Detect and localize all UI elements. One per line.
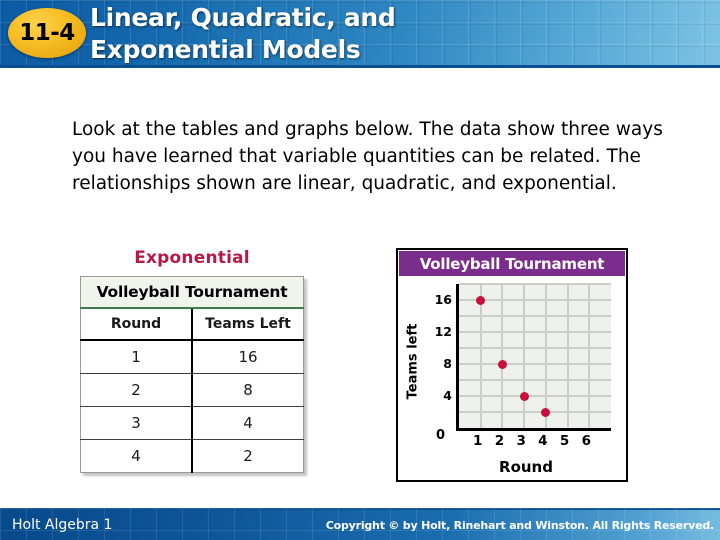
chart-gridline-horizontal	[459, 379, 611, 381]
chart-gridline-horizontal	[459, 395, 611, 397]
cell-round: 4	[80, 439, 193, 473]
chart-x-tick-label: 5	[559, 433, 570, 449]
chart-gridline-horizontal	[459, 347, 611, 349]
cell-round: 1	[80, 340, 193, 374]
cell-round: 3	[80, 406, 193, 440]
chart-y-ticks: 4 8 12 16	[414, 276, 452, 428]
chart-gridline-vertical	[566, 284, 569, 428]
cell-teams-left: 8	[192, 373, 304, 407]
chart-gridline-vertical	[501, 284, 504, 428]
slide: 11-4 Linear, Quadratic, and Exponential …	[0, 0, 720, 540]
footer-book-title: Holt Algebra 1	[12, 517, 113, 533]
chart-y-tick-label: 4	[443, 388, 452, 403]
chart-data-point	[541, 407, 551, 417]
chart-x-tick-label: 2	[494, 433, 505, 449]
chart-body: Teams left 4 8 12 16 0 Round 123456	[398, 276, 626, 481]
slide-footer: Holt Algebra 1 Copyright © by Holt, Rine…	[0, 508, 720, 540]
lesson-number-label: 11-4	[19, 19, 75, 46]
page-title: Linear, Quadratic, and Exponential Model…	[90, 2, 710, 66]
chart-origin-label: 0	[436, 428, 446, 443]
page-title-line-2: Exponential Models	[90, 34, 361, 64]
chart-gridline-horizontal	[459, 315, 611, 317]
table-title: Volleyball Tournament	[80, 276, 304, 309]
table-title-row: Volleyball Tournament	[80, 276, 304, 309]
cell-teams-left: 16	[192, 340, 304, 374]
chart-x-tick-label: 4	[538, 433, 548, 449]
chart-gridline-horizontal	[459, 363, 611, 365]
page-title-line-1: Linear, Quadratic, and	[90, 3, 396, 32]
chart-title: Volleyball Tournament	[399, 251, 625, 276]
slide-header: 11-4 Linear, Quadratic, and Exponential …	[0, 0, 720, 68]
table-row: 4 2	[80, 439, 304, 473]
chart-x-axis-label: Round	[499, 458, 553, 476]
footer-top-edge	[0, 508, 720, 510]
chart-x-tick-label: 3	[516, 433, 526, 449]
table-row: 3 4	[80, 406, 304, 440]
chart-gridline-horizontal	[459, 331, 611, 333]
chart-x-tick-label: 6	[581, 433, 591, 449]
table-caption: Exponential	[134, 248, 250, 268]
chart-y-tick-label: 12	[434, 324, 452, 339]
chart-x-tick-label: 1	[473, 433, 483, 449]
chart-y-tick-label: 16	[434, 292, 452, 307]
chart-gridline-vertical	[479, 284, 482, 428]
chart-y-tick-label: 8	[443, 356, 452, 371]
table-row: 2 8	[80, 373, 304, 407]
lesson-number-badge: 11-4	[8, 8, 86, 58]
cell-round: 2	[80, 373, 193, 407]
footer-copyright: Copyright © by Holt, Rinehart and Winsto…	[325, 519, 714, 532]
exponential-table-block: Exponential Volleyball Tournament Round …	[80, 248, 304, 473]
chart-data-point	[476, 295, 486, 305]
body-paragraph: Look at the tables and graphs below. The…	[72, 119, 663, 195]
chart-gridline-horizontal	[459, 283, 611, 285]
chart-gridline-horizontal	[459, 411, 611, 413]
table-header-row: Round Teams Left	[80, 308, 304, 341]
column-header-round: Round	[80, 308, 193, 341]
chart-gridline-vertical	[523, 284, 526, 428]
chart-gridline-vertical	[588, 284, 591, 428]
chart-data-point	[497, 359, 507, 369]
cell-teams-left: 2	[243, 447, 253, 465]
volleyball-tournament-table: Volleyball Tournament Round Teams Left 1…	[80, 276, 304, 473]
chart-gridline-vertical	[544, 284, 547, 428]
cell-teams-left: 4	[192, 406, 304, 440]
column-header-teams-left: Teams Left	[192, 308, 304, 341]
chart-data-point	[519, 391, 529, 401]
chart-plot-area	[456, 283, 611, 431]
volleyball-tournament-chart: Volleyball Tournament Teams left 4 8 12 16 …	[396, 248, 628, 482]
table-row: 1 16	[80, 340, 304, 374]
